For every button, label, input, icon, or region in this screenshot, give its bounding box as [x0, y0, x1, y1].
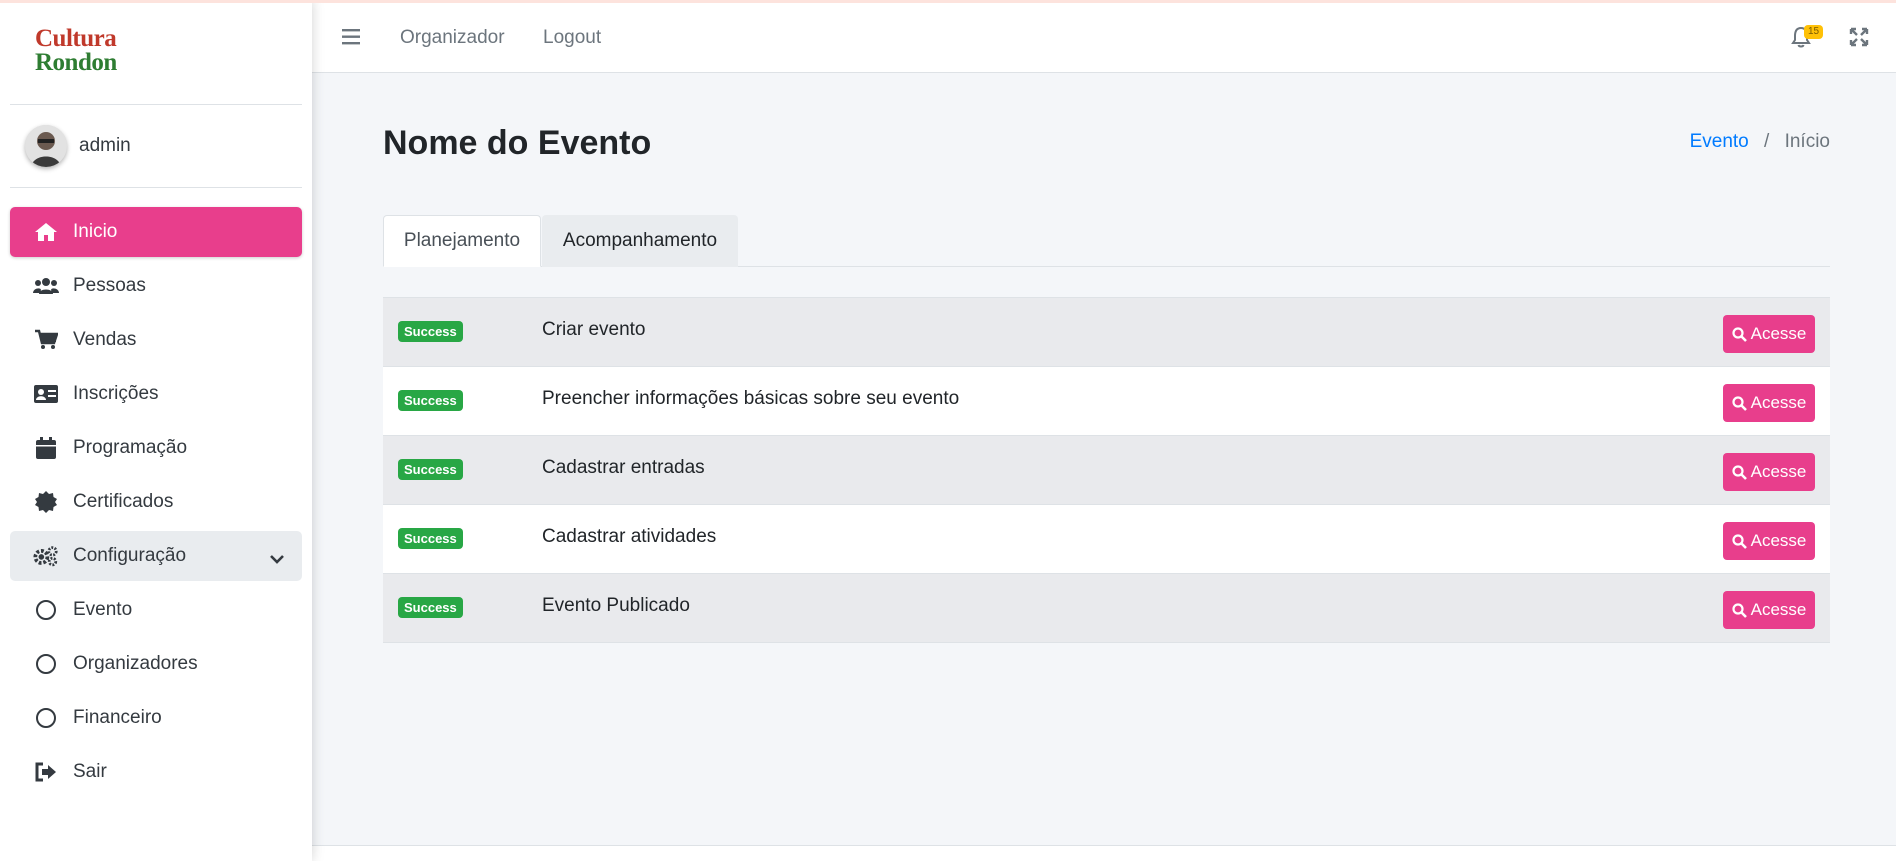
brand-area: Cultura Rondon: [10, 0, 302, 105]
brand-logo-line2: Rondon: [35, 49, 117, 76]
acesse-button[interactable]: Acesse: [1723, 315, 1815, 353]
brand-logo[interactable]: Cultura Rondon: [35, 25, 135, 78]
sidebar-nav: Inicio Pessoas Vendas Inscrições Program…: [0, 207, 312, 797]
search-icon: [1732, 395, 1747, 411]
sidebar-item-label: Configuração: [73, 545, 187, 566]
task-label: Preencher informações básicas sobre seu …: [542, 388, 960, 409]
acesse-button[interactable]: Acesse: [1723, 522, 1815, 560]
sidebar-item-programacao[interactable]: Programação: [10, 423, 302, 473]
sidebar-item-label: Sair: [73, 761, 107, 782]
footer: [312, 845, 1896, 861]
breadcrumb-current: Início: [1784, 131, 1830, 152]
acesse-label: Acesse: [1750, 462, 1807, 481]
sidebar-item-label: Vendas: [73, 329, 137, 350]
sidebar-item-label: Inicio: [73, 221, 118, 242]
gears-icon: [33, 545, 59, 567]
circle-icon: [33, 653, 59, 675]
status-badge: Success: [398, 597, 463, 618]
brand-logo-line1: Cultura: [35, 25, 117, 52]
search-icon: [1732, 464, 1747, 480]
sidebar-item-sair[interactable]: Sair: [10, 747, 302, 797]
acesse-label: Acesse: [1750, 600, 1807, 619]
sidebar-item-certificados[interactable]: Certificados: [10, 477, 302, 527]
sign-out-icon: [33, 761, 59, 783]
sidebar-item-vendas[interactable]: Vendas: [10, 315, 302, 365]
page-title: Nome do Evento: [383, 124, 652, 162]
circle-icon: [33, 599, 59, 621]
sidebar-item-inscricoes[interactable]: Inscrições: [10, 369, 302, 419]
tab-planejamento[interactable]: Planejamento: [383, 215, 541, 267]
tab-acompanhamento[interactable]: Acompanhamento: [542, 215, 738, 267]
acesse-button[interactable]: Acesse: [1723, 591, 1815, 629]
id-card-icon: [33, 383, 59, 405]
sidebar-item-label: Evento: [73, 599, 133, 620]
acesse-label: Acesse: [1750, 531, 1807, 550]
circle-icon: [33, 707, 59, 729]
search-icon: [1732, 533, 1747, 549]
table-row: Success Evento Publicado Acesse: [383, 574, 1830, 643]
status-badge: Success: [398, 459, 463, 480]
search-icon: [1732, 602, 1747, 618]
fullscreen-icon[interactable]: [1849, 27, 1869, 52]
sidebar-item-label: Inscrições: [73, 383, 159, 404]
acesse-label: Acesse: [1750, 393, 1807, 412]
users-icon: [33, 275, 59, 297]
task-label: Cadastrar entradas: [542, 457, 705, 478]
status-badge: Success: [398, 390, 463, 411]
sidebar-item-inicio[interactable]: Inicio: [10, 207, 302, 257]
sidebar-item-evento[interactable]: Evento: [10, 585, 302, 635]
cart-icon: [33, 329, 59, 351]
table-row: Success Preencher informações básicas so…: [383, 367, 1830, 436]
task-label: Cadastrar atividades: [542, 526, 717, 547]
task-label: Criar evento: [542, 319, 646, 340]
search-icon: [1732, 326, 1747, 342]
certificate-icon: [33, 491, 59, 513]
acesse-button[interactable]: Acesse: [1723, 453, 1815, 491]
chevron-down-icon[interactable]: [270, 548, 284, 570]
acesse-label: Acesse: [1750, 324, 1807, 343]
top-accent-line: [0, 0, 1896, 3]
task-table: Success Criar evento Acesse Success Pree…: [383, 297, 1830, 643]
sidebar-item-organizadores[interactable]: Organizadores: [10, 639, 302, 689]
status-badge: Success: [398, 528, 463, 549]
breadcrumb-separator: /: [1764, 131, 1770, 152]
table-row: Success Criar evento Acesse: [383, 298, 1830, 367]
breadcrumb: Evento / Início: [1690, 131, 1830, 153]
sidebar-item-label: Financeiro: [73, 707, 162, 728]
sidebar-item-configuracao[interactable]: Configuração: [10, 531, 302, 581]
top-navbar: Organizador Logout 15: [312, 0, 1896, 73]
table-row: Success Cadastrar atividades Acesse: [383, 505, 1830, 574]
home-icon: [33, 221, 59, 243]
sidebar-item-label: Pessoas: [73, 275, 146, 296]
task-label: Evento Publicado: [542, 595, 690, 616]
sidebar-item-label: Organizadores: [73, 653, 198, 674]
table-row: Success Cadastrar entradas Acesse: [383, 436, 1830, 505]
acesse-button[interactable]: Acesse: [1723, 384, 1815, 422]
sidebar-item-pessoas[interactable]: Pessoas: [10, 261, 302, 311]
calendar-icon: [33, 437, 59, 459]
avatar[interactable]: [25, 125, 67, 167]
status-badge: Success: [398, 321, 463, 342]
user-name[interactable]: admin: [79, 135, 131, 157]
breadcrumb-link-evento[interactable]: Evento: [1690, 131, 1749, 152]
sidebar: Cultura Rondon admin Inicio Pessoas Vend…: [0, 0, 312, 861]
user-panel: admin: [10, 105, 302, 188]
sidebar-item-label: Programação: [73, 437, 188, 458]
hamburger-menu-icon[interactable]: [342, 29, 360, 50]
nav-link-organizador[interactable]: Organizador: [400, 27, 505, 49]
tabs: Planejamento Acompanhamento: [383, 215, 1830, 267]
sidebar-item-label: Certificados: [73, 491, 174, 512]
notification-badge: 15: [1804, 25, 1824, 39]
nav-link-logout[interactable]: Logout: [543, 27, 601, 49]
sidebar-item-financeiro[interactable]: Financeiro: [10, 693, 302, 743]
